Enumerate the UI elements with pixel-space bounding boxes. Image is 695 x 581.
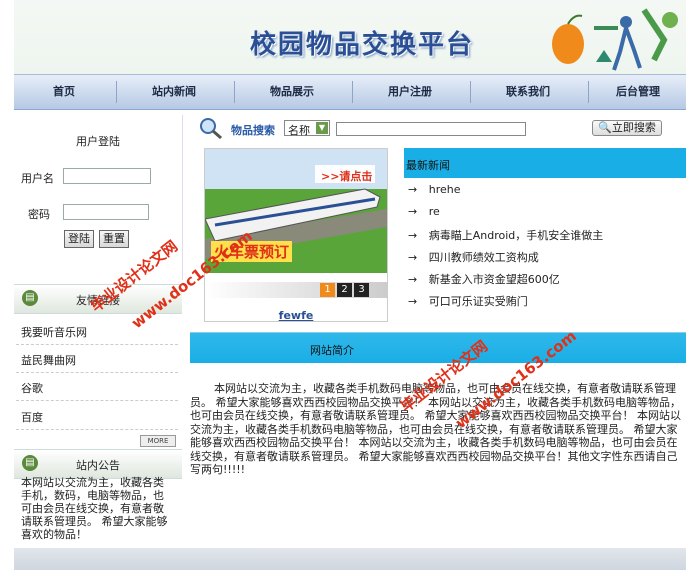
pager-3[interactable]: 3 (354, 283, 369, 297)
news-item[interactable]: → re (408, 205, 440, 218)
login-title: 用户登陆 (76, 135, 120, 148)
featured-item-box: >>请点击 火车票预订 1 2 3 fewfe (204, 148, 388, 322)
nav-divider (234, 81, 235, 103)
main-nav: 首页 站内新闻 物品展示 用户注册 联系我们 后台管理 (14, 74, 686, 110)
notice-title: 站内公告 (76, 459, 120, 472)
nav-divider (116, 81, 117, 103)
friend-link-item[interactable]: 我要听音乐网 (21, 324, 87, 340)
password-label: 密码 (28, 208, 50, 221)
nav-divider (588, 81, 589, 103)
pager-bar: 1 2 3 (205, 282, 387, 298)
site-title: 校园物品交换平台 (250, 30, 475, 60)
news-item-label: 可口可乐证实受贿门 (428, 295, 528, 308)
nav-home[interactable]: 首页 (14, 75, 114, 109)
search-button-label: 立即搜索 (611, 121, 656, 134)
news-item[interactable]: → 病毒瞄上Android，手机安全谁做主 (408, 227, 603, 243)
news-item-label: hrehe (428, 183, 461, 196)
news-item-label: 新基金入市资金望超600亿 (428, 273, 560, 286)
news-item-label: 四川教师绩效工资构成 (428, 251, 539, 264)
intro-header: 网站简介 (190, 332, 686, 363)
news-item-label: re (428, 205, 440, 218)
friend-link-item[interactable]: 谷歌 (21, 380, 43, 396)
reset-button[interactable]: 重置 (99, 230, 129, 248)
news-item[interactable]: → 新基金入市资金望超600亿 (408, 271, 560, 287)
nav-admin[interactable]: 后台管理 (590, 75, 686, 109)
footer-bar (14, 548, 686, 570)
search-type-value: 名称 (288, 124, 310, 137)
intro-title: 网站简介 (310, 344, 354, 357)
intro-text: 本网站以交流为主，收藏各类手机数码电脑等物品，也可由会员在线交换，有意者敬请联系… (190, 382, 681, 476)
search-icon: 🔍 (598, 121, 612, 134)
search-button[interactable]: 🔍立即搜索 (592, 120, 662, 136)
more-button[interactable]: MORE (140, 435, 176, 447)
login-panel: 用户登陆 (14, 115, 183, 280)
friend-link-item[interactable]: 百度 (21, 409, 43, 425)
header-banner: 校园物品交换平台 (14, 0, 686, 74)
chevron-down-icon: ▼ (316, 122, 328, 134)
news-header: 最新新闻 (404, 148, 686, 178)
friend-link-item[interactable]: 益民舞曲网 (21, 352, 76, 368)
promo-top-text: >>请点击 (321, 170, 373, 183)
news-item-label: 病毒瞄上Android，手机安全谁做主 (428, 229, 604, 242)
featured-caption[interactable]: fewfe (205, 309, 387, 322)
nav-contact[interactable]: 联系我们 (472, 75, 584, 109)
news-title: 最新新闻 (406, 159, 450, 172)
nav-divider (352, 81, 353, 103)
divider (16, 429, 178, 430)
nav-news[interactable]: 站内新闻 (118, 75, 230, 109)
news-item[interactable]: → 可口可乐证实受贿门 (408, 293, 528, 309)
pager-2[interactable]: 2 (337, 283, 352, 297)
divider (16, 400, 178, 401)
magnifier-icon (200, 118, 222, 140)
friend-links-title: 友情链接 (76, 294, 120, 307)
password-field[interactable] (63, 204, 149, 220)
username-label: 用户名 (21, 172, 54, 185)
decoration-illustration (552, 8, 678, 71)
nav-divider (470, 81, 471, 103)
friend-links-header: ▤ 友情链接 (14, 284, 182, 314)
nav-register[interactable]: 用户注册 (354, 75, 466, 109)
search-input[interactable] (336, 122, 526, 136)
promo-main-text: 火车票预订 (211, 241, 293, 262)
search-type-select[interactable]: 名称 ▼ (284, 120, 330, 137)
divider (16, 372, 178, 373)
login-button[interactable]: 登陆 (64, 230, 94, 248)
search-label: 物品搜索 (231, 124, 275, 137)
notice-text: 本网站以交流为主，收藏各类手机，数码，电脑等物品，也可由会员在线交换，有意者敬请… (21, 476, 168, 541)
divider (16, 344, 178, 345)
nav-items-display[interactable]: 物品展示 (236, 75, 348, 109)
news-item[interactable]: → hrehe (408, 183, 460, 196)
username-field[interactable] (63, 168, 151, 184)
notice-header: ▤ 站内公告 (14, 449, 182, 479)
news-item[interactable]: → 四川教师绩效工资构成 (408, 249, 539, 265)
pager-1[interactable]: 1 (320, 283, 335, 297)
